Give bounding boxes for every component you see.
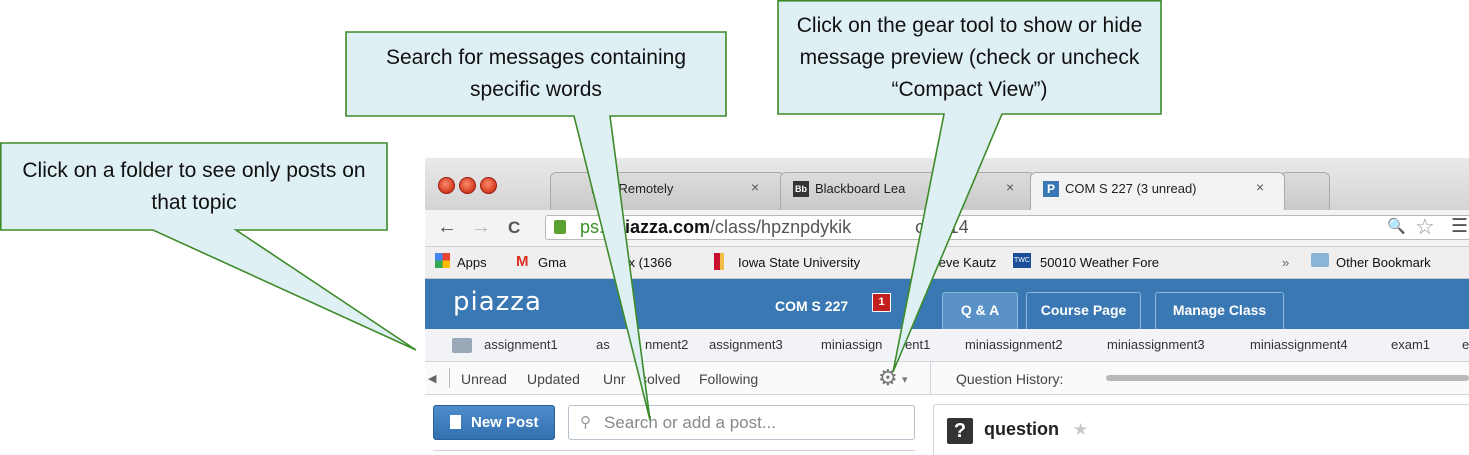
folder-callout-text: Click on a folder to see only posts on t…	[22, 159, 366, 214]
gear-callout-text: Click on the gear tool to show or hide m…	[796, 14, 1143, 101]
callout-shapes	[0, 0, 1162, 421]
search-callout-text: Search for messages containing specific …	[386, 46, 686, 101]
